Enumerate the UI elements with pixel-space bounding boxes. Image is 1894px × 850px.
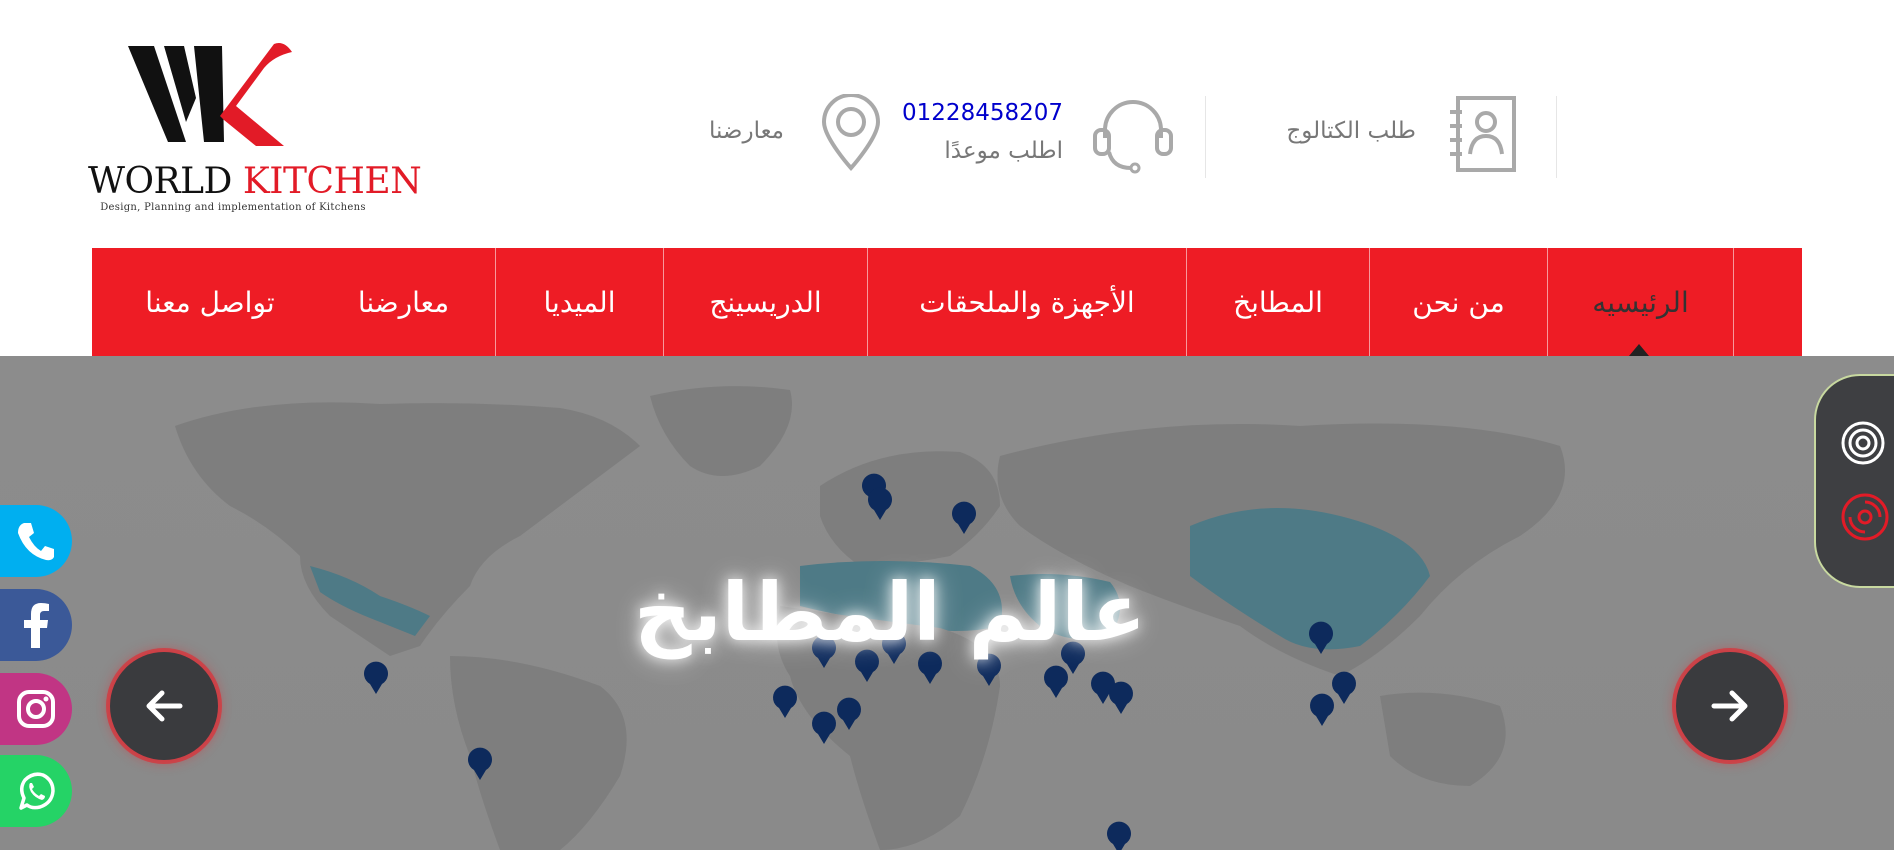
facebook-icon (24, 603, 49, 648)
phone-number[interactable]: 01228458207 (902, 100, 1063, 126)
phone-icon (18, 523, 54, 561)
nav-divider (867, 248, 868, 356)
nav-item-media[interactable]: الميديا (496, 248, 663, 356)
phone-button[interactable] (0, 505, 72, 577)
brand-logo[interactable]: WORLD KITCHEN Design, Planning and imple… (88, 38, 422, 218)
main-nav: الرئيسيه من نحن المطابخ الأجهزة والملحقا… (92, 248, 1802, 356)
hero-slider: عالم المطابخ (0, 356, 1894, 850)
disc-icon[interactable] (1840, 492, 1890, 542)
brand-word-kitchen: KITCHEN (242, 161, 422, 202)
slider-prev-button[interactable] (110, 652, 218, 760)
headset-icon (1093, 100, 1173, 174)
nav-item-dressing[interactable]: الدريسينج (664, 248, 867, 356)
arrow-left-icon (146, 690, 183, 722)
appointment-label: اطلب موعدًا (944, 138, 1063, 164)
contact-book-icon (1450, 96, 1516, 172)
instagram-icon (17, 690, 55, 728)
header-divider (1205, 96, 1206, 178)
nav-divider (495, 248, 496, 356)
side-toolbar (1814, 374, 1894, 588)
nav-item-showrooms[interactable]: معارضنا (312, 248, 495, 356)
nav-divider (663, 248, 664, 356)
slider-next-button[interactable] (1676, 652, 1784, 760)
whatsapp-button[interactable] (0, 755, 72, 827)
map-pin-icon (821, 94, 881, 171)
site-header: WORLD KITCHEN Design, Planning and imple… (0, 0, 1894, 248)
hero-title: عالم المطابخ (633, 566, 1147, 659)
whatsapp-icon (19, 772, 55, 810)
nav-item-appliances[interactable]: الأجهزة والملحقات (868, 248, 1186, 356)
brand-tagline: Design, Planning and implementation of K… (100, 202, 366, 213)
nav-item-contact[interactable]: تواصل معنا (110, 248, 310, 356)
brand-word-world: WORLD (88, 161, 232, 202)
brand-name: WORLD KITCHEN (88, 161, 422, 202)
nav-item-home[interactable]: الرئيسيه (1548, 248, 1733, 356)
wk-logo-mark-icon (128, 43, 292, 146)
nav-divider (1369, 248, 1370, 356)
header-contact[interactable]: 01228458207 اطلب موعدًا (902, 94, 1175, 176)
nav-item-about[interactable]: من نحن (1370, 248, 1547, 356)
nav-divider (1733, 248, 1734, 356)
facebook-button[interactable] (0, 589, 72, 661)
target-icon[interactable] (1840, 420, 1886, 466)
nav-divider (1547, 248, 1548, 356)
header-showrooms[interactable]: معارضنا (700, 94, 881, 176)
arrow-right-icon (1711, 690, 1748, 722)
header-catalog[interactable]: طلب الكتالوج (1270, 94, 1520, 176)
instagram-button[interactable] (0, 673, 72, 745)
active-nav-indicator (1629, 344, 1649, 356)
nav-divider (1186, 248, 1187, 356)
nav-item-kitchens[interactable]: المطابخ (1187, 248, 1369, 356)
showrooms-label: معارضنا (708, 118, 784, 144)
catalog-label: طلب الكتالوج (1286, 118, 1416, 144)
header-divider (1556, 96, 1557, 178)
